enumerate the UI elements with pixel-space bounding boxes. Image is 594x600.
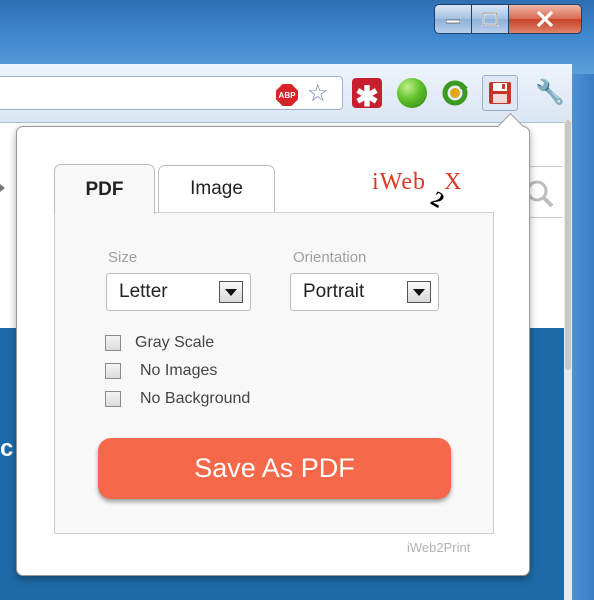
close-button[interactable]	[508, 4, 582, 34]
refresh-extension-icon[interactable]	[440, 78, 470, 108]
address-bar[interactable]: ABP ☆	[0, 76, 343, 110]
tab-image[interactable]: Image	[158, 165, 275, 212]
no-background-label: No Background	[140, 390, 251, 407]
window-controls	[434, 4, 582, 34]
tab-pdf-label: PDF	[85, 178, 124, 200]
size-select[interactable]: Letter	[106, 273, 251, 311]
green-orb-extension-icon[interactable]	[397, 78, 427, 108]
maximize-button[interactable]	[471, 4, 509, 34]
close-icon	[536, 11, 554, 27]
page-scrollbar[interactable]	[564, 120, 572, 600]
orientation-value: Portrait	[303, 281, 365, 302]
chevron-down-icon[interactable]	[407, 281, 431, 303]
size-value: Letter	[119, 281, 168, 302]
no-images-label: No Images	[140, 362, 218, 379]
size-label: Size	[108, 249, 138, 266]
no-background-option[interactable]: No Background	[105, 389, 250, 409]
adblock-icon[interactable]: ABP	[276, 84, 298, 106]
asterisk-extension-icon[interactable]: ✱	[352, 78, 382, 112]
chevron-down-icon[interactable]	[219, 281, 243, 303]
save-as-pdf-button[interactable]: Save As PDF	[98, 438, 451, 499]
logo-prefix: iWeb	[372, 169, 427, 195]
gray-scale-option[interactable]: Gray Scale	[105, 333, 214, 353]
maximize-icon	[482, 12, 498, 26]
adblock-label: ABP	[278, 90, 296, 100]
tab-pdf[interactable]: PDF	[54, 164, 155, 214]
no-images-option[interactable]: No Images	[105, 361, 217, 381]
wrench-icon[interactable]: 🔧	[535, 78, 565, 108]
tab-image-label: Image	[190, 178, 243, 199]
extension-popup: PDF Image iWeb 2 X Size Letter Orientation…	[16, 113, 530, 576]
window-right-border	[572, 74, 594, 600]
bookmark-star-icon[interactable]: ☆	[307, 80, 329, 108]
page-dropdown-arrow-icon	[0, 184, 5, 192]
minimize-button[interactable]	[434, 4, 472, 34]
gray-scale-label: Gray Scale	[135, 334, 215, 351]
window-title-bar	[0, 0, 594, 74]
browser-toolbar: ABP ☆ ✱ 🔧	[0, 64, 572, 123]
logo-two: 2	[426, 185, 450, 214]
gray-scale-checkbox[interactable]	[105, 335, 121, 351]
no-background-checkbox[interactable]	[105, 391, 121, 407]
minimize-icon	[446, 19, 460, 24]
orientation-select[interactable]: Portrait	[290, 273, 439, 311]
scrollbar-thumb[interactable]	[565, 120, 571, 370]
iweb2x-logo: iWeb 2 X	[372, 169, 462, 213]
no-images-checkbox[interactable]	[105, 363, 121, 379]
footer-brand: iWeb2Print	[407, 540, 471, 555]
page-partial-text: c	[0, 435, 14, 462]
save-floppy-icon[interactable]	[482, 75, 518, 111]
orientation-label: Orientation	[293, 249, 367, 266]
